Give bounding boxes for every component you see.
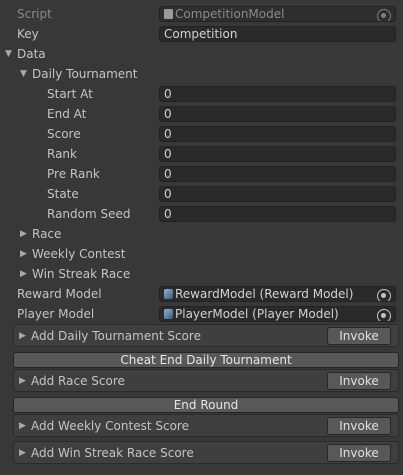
start-at-row: Start At 0 [0, 84, 403, 104]
score-row: Score 0 [0, 124, 403, 144]
script-field: CompetitionModel [159, 6, 396, 22]
random-seed-input[interactable]: 0 [159, 206, 396, 222]
add-race-score-label: Add Race Score [31, 374, 125, 388]
weekly-contest-foldout[interactable]: ▶ Weekly Contest [0, 244, 403, 264]
key-input[interactable]: Competition [159, 26, 396, 42]
key-label: Key [17, 27, 39, 41]
cheat-end-daily-tournament-button[interactable]: Cheat End Daily Tournament [13, 352, 399, 368]
end-round-button[interactable]: End Round [13, 397, 399, 413]
weekly-contest-label: Weekly Contest [32, 247, 126, 261]
daily-tournament-label: Daily Tournament [32, 67, 138, 81]
add-daily-tournament-score-label: Add Daily Tournament Score [31, 329, 201, 343]
start-at-label: Start At [47, 87, 93, 101]
data-foldout[interactable]: ▼ Data [0, 44, 403, 64]
collapsed-arrow-icon: ▶ [20, 269, 27, 279]
script-label: Script [17, 7, 52, 21]
invoke-win-streak-button[interactable]: Invoke [327, 444, 391, 462]
end-at-input[interactable]: 0 [159, 106, 396, 122]
invoke-weekly-button[interactable]: Invoke [327, 417, 391, 435]
object-picker-icon [377, 9, 391, 21]
collapsed-arrow-icon: ▶ [19, 331, 26, 341]
collapsed-arrow-icon: ▶ [19, 448, 26, 458]
pre-rank-label: Pre Rank [47, 167, 100, 181]
add-race-score-box[interactable]: ▶ Add Race Score Invoke [13, 369, 399, 392]
scriptable-object-icon [164, 289, 173, 299]
state-label: State [47, 187, 79, 201]
reward-model-row: Reward Model RewardModel (Reward Model) [0, 284, 403, 304]
player-model-field[interactable]: PlayerModel (Player Model) [159, 306, 396, 322]
race-label: Race [32, 227, 62, 241]
expanded-arrow-icon: ▼ [20, 69, 27, 79]
collapsed-arrow-icon: ▶ [20, 229, 27, 239]
score-label: Score [47, 127, 81, 141]
reward-model-label: Reward Model [17, 287, 102, 301]
object-picker-icon[interactable] [377, 309, 391, 321]
reward-model-field[interactable]: RewardModel (Reward Model) [159, 286, 396, 302]
expanded-arrow-icon: ▼ [5, 49, 12, 59]
collapsed-arrow-icon: ▶ [19, 421, 26, 431]
script-file-icon [164, 9, 173, 19]
add-win-streak-race-score-box[interactable]: ▶ Add Win Streak Race Score Invoke [13, 441, 399, 464]
state-input[interactable]: 0 [159, 186, 396, 202]
player-model-value: PlayerModel (Player Model) [175, 307, 339, 321]
add-win-streak-race-score-label: Add Win Streak Race Score [31, 446, 194, 460]
script-value: CompetitionModel [175, 7, 285, 21]
win-streak-race-foldout[interactable]: ▶ Win Streak Race [0, 264, 403, 284]
invoke-daily-button[interactable]: Invoke [327, 327, 391, 345]
random-seed-row: Random Seed 0 [0, 204, 403, 224]
key-row: Key Competition [0, 24, 403, 44]
start-at-input[interactable]: 0 [159, 86, 396, 102]
add-weekly-contest-score-box[interactable]: ▶ Add Weekly Contest Score Invoke [13, 414, 399, 437]
add-daily-tournament-score-box[interactable]: ▶ Add Daily Tournament Score Invoke [13, 324, 399, 347]
rank-label: Rank [47, 147, 77, 161]
collapsed-arrow-icon: ▶ [19, 376, 26, 386]
data-label: Data [17, 47, 46, 61]
daily-tournament-foldout[interactable]: ▼ Daily Tournament [0, 64, 403, 84]
scriptable-object-icon [164, 309, 173, 319]
player-model-row: Player Model PlayerModel (Player Model) [0, 304, 403, 324]
invoke-race-button[interactable]: Invoke [327, 372, 391, 390]
collapsed-arrow-icon: ▶ [20, 249, 27, 259]
rank-input[interactable]: 0 [159, 146, 396, 162]
score-input[interactable]: 0 [159, 126, 396, 142]
end-at-label: End At [47, 107, 87, 121]
end-at-row: End At 0 [0, 104, 403, 124]
script-row: Script CompetitionModel [0, 4, 403, 24]
player-model-label: Player Model [17, 307, 95, 321]
pre-rank-row: Pre Rank 0 [0, 164, 403, 184]
race-foldout[interactable]: ▶ Race [0, 224, 403, 244]
pre-rank-input[interactable]: 0 [159, 166, 396, 182]
object-picker-icon[interactable] [377, 289, 391, 301]
win-streak-race-label: Win Streak Race [32, 267, 131, 281]
state-row: State 0 [0, 184, 403, 204]
reward-model-value: RewardModel (Reward Model) [175, 287, 354, 301]
random-seed-label: Random Seed [47, 207, 131, 221]
add-weekly-contest-score-label: Add Weekly Contest Score [31, 419, 189, 433]
rank-row: Rank 0 [0, 144, 403, 164]
